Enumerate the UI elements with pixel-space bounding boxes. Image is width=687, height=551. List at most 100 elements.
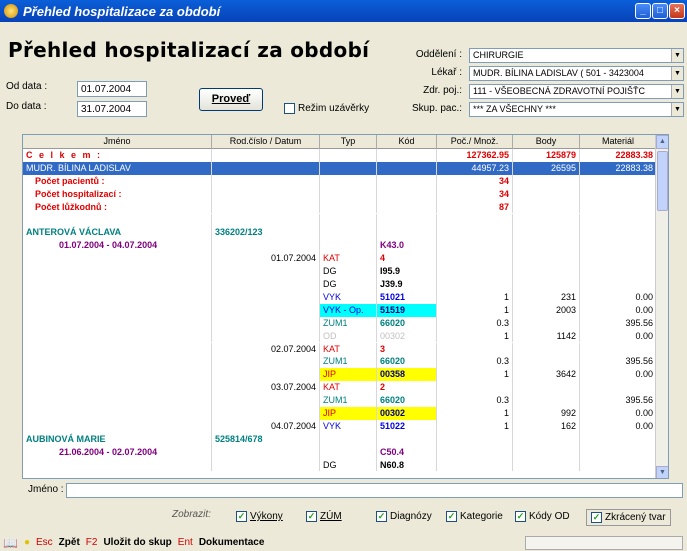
table-row[interactable]: OD 00302 1 1142 0.00	[23, 329, 657, 343]
table-row[interactable]: 03.07.2004 KAT 2	[23, 381, 657, 395]
rezim-checkbox-box[interactable]	[284, 103, 295, 114]
esc-key[interactable]: Esc	[33, 536, 56, 550]
table-cell-poc	[437, 458, 513, 472]
table-cell-name	[23, 419, 212, 433]
run-button[interactable]: Proveď	[199, 88, 263, 111]
window-titlebar[interactable]: Přehled hospitalizace za období _ □ ×	[0, 0, 687, 22]
table-cell-typ: DG	[320, 278, 377, 291]
table-cell-body	[513, 445, 580, 459]
ent-key[interactable]: Ent	[175, 536, 196, 550]
col-header-rc[interactable]: Rod.číslo / Datum	[212, 135, 320, 149]
table-row[interactable]: VYK 51021 1 231 0.00	[23, 290, 657, 304]
table-row[interactable]: ZUM1 66020 0.3 395.56	[23, 355, 657, 369]
table-row[interactable]	[23, 213, 657, 227]
table-row[interactable]: VYK - Op. 51519 1 2003 0.00	[23, 303, 657, 317]
col-header-poc[interactable]: Poč./ Množ.	[437, 135, 513, 149]
bulb-icon[interactable]: ●	[21, 536, 33, 550]
col-header-kod[interactable]: Kód	[377, 135, 437, 149]
table-cell-kod: 51022	[377, 419, 437, 433]
table-row[interactable]: 04.07.2004 VYK 51022 1 162 0.00	[23, 419, 657, 433]
table-row[interactable]: Počet lůžkodnů : 87	[23, 200, 657, 214]
table-cell-poc	[437, 432, 513, 446]
table-cell-body	[513, 355, 580, 369]
skup-select[interactable]: *** ZA VŠECHNY *** ▼	[469, 102, 684, 117]
esc-action[interactable]: Zpět	[56, 536, 83, 550]
scroll-thumb[interactable]	[657, 151, 668, 211]
table-row[interactable]: 01.07.2004 - 04.07.2004 K43.0	[23, 239, 657, 253]
chevron-down-icon[interactable]: ▼	[671, 67, 683, 80]
zum-checkbox-box[interactable]: ✓	[306, 511, 317, 522]
table-row[interactable]: C e l k e m : 127362.95 125879 22883.38	[23, 149, 657, 162]
table-row[interactable]: 21.06.2004 - 02.07.2004 C50.4	[23, 445, 657, 459]
lekar-select[interactable]: MUDR. BÍLINA LADISLAV ( 501 - 3423004 ▼	[469, 66, 684, 81]
vykony-checkbox-box[interactable]: ✓	[236, 511, 247, 522]
f2-action[interactable]: Uložit do skup	[100, 536, 174, 550]
book-icon[interactable]: 📖	[0, 536, 21, 550]
do-date-input[interactable]: 31.07.2004	[77, 101, 147, 117]
kategorie-checkbox-box[interactable]: ✓	[446, 511, 457, 522]
table-row[interactable]: MUDR. BÍLINA LADISLAV 44957.23 26595 22883.…	[23, 161, 657, 175]
chevron-down-icon[interactable]: ▼	[671, 49, 683, 62]
scroll-up-icon[interactable]: ▲	[656, 135, 668, 149]
table-cell-poc: 127362.95	[437, 149, 513, 162]
minimize-button[interactable]: _	[635, 3, 651, 19]
table-cell-name: ANTEROVÁ VÁCLAVA	[23, 226, 212, 240]
table-cell-body: 125879	[513, 149, 580, 162]
col-header-jmeno[interactable]: Jméno	[23, 135, 212, 149]
f2-key[interactable]: F2	[83, 536, 101, 550]
table-row[interactable]: AUBINOVÁ MARIE 525814/678	[23, 432, 657, 446]
table-cell-poc: 1	[437, 368, 513, 382]
table-row[interactable]: JIP 00302 1 992 0.00	[23, 407, 657, 420]
table-row[interactable]: DG I95.9	[23, 265, 657, 278]
od-date-input[interactable]: 01.07.2004	[77, 81, 147, 97]
table-cell-name: Počet hospitalizací :	[23, 187, 212, 201]
table-row[interactable]: Počet hospitalizací : 34	[23, 187, 657, 201]
table-cell-poc: 87	[437, 200, 513, 214]
col-header-typ[interactable]: Typ	[320, 135, 377, 149]
vertical-scrollbar[interactable]: ▲ ▼	[655, 135, 668, 478]
zkraceny-checkbox-box[interactable]: ✓	[591, 512, 602, 523]
table-row[interactable]: DG J39.9	[23, 278, 657, 291]
hospitalization-grid[interactable]: Jméno Rod.číslo / Datum Typ Kód Poč./ Mn…	[22, 134, 669, 479]
table-cell-kod	[377, 226, 437, 240]
kody-od-checkbox[interactable]: ✓ Kódy OD	[515, 511, 570, 522]
table-cell-name	[23, 368, 212, 382]
chevron-down-icon[interactable]: ▼	[671, 103, 683, 116]
col-header-body[interactable]: Body	[513, 135, 580, 149]
table-cell-rc	[212, 200, 320, 214]
vykony-checkbox[interactable]: ✓ Výkony	[236, 511, 283, 522]
oddeleni-select[interactable]: CHIRURGIE ▼	[469, 48, 684, 63]
table-row[interactable]: 01.07.2004 KAT 4	[23, 252, 657, 266]
table-row[interactable]: Počet pacientů : 34	[23, 174, 657, 188]
table-cell-poc	[437, 278, 513, 291]
table-row[interactable]: ZUM1 66020 0.3 395.56	[23, 316, 657, 330]
diagnozy-checkbox-box[interactable]: ✓	[376, 511, 387, 522]
table-row[interactable]: 02.07.2004 KAT 3	[23, 342, 657, 356]
ent-action[interactable]: Dokumentace	[196, 536, 268, 550]
zkraceny-checkbox[interactable]: ✓ Zkrácený tvar	[586, 509, 671, 526]
rezim-checkbox[interactable]: Režim uzávěrky	[284, 103, 369, 114]
table-row[interactable]: ZUM1 66020 0.3 395.56	[23, 394, 657, 407]
kody-od-checkbox-box[interactable]: ✓	[515, 511, 526, 522]
table-row[interactable]: DG N60.8	[23, 458, 657, 472]
table-row[interactable]: ANTEROVÁ VÁCLAVA 336202/123	[23, 226, 657, 240]
close-button[interactable]: ×	[669, 3, 685, 19]
table-row[interactable]: JIP 00358 1 3642 0.00	[23, 368, 657, 382]
table-cell-poc: 0.3	[437, 316, 513, 330]
jmeno-input[interactable]	[66, 483, 683, 498]
kategorie-checkbox[interactable]: ✓ Kategorie	[446, 511, 503, 522]
zdrpoj-select[interactable]: 111 - VŠEOBECNÁ ZDRAVOTNÍ POJIŠŤC ▼	[469, 84, 684, 99]
table-cell-rc	[212, 278, 320, 291]
chevron-down-icon[interactable]: ▼	[671, 85, 683, 98]
col-header-material[interactable]: Materiál	[580, 135, 657, 149]
maximize-button[interactable]: □	[652, 3, 668, 19]
table-cell-typ: DG	[320, 265, 377, 278]
table-cell-rc	[212, 394, 320, 407]
table-cell-name	[23, 316, 212, 330]
diagnozy-checkbox[interactable]: ✓ Diagnózy	[376, 511, 432, 522]
zum-checkbox[interactable]: ✓ ZÚM	[306, 511, 342, 522]
table-cell-name	[23, 265, 212, 278]
kategorie-label: Kategorie	[460, 511, 503, 522]
table-cell-typ: KAT	[320, 252, 377, 266]
scroll-down-icon[interactable]: ▼	[656, 466, 668, 478]
